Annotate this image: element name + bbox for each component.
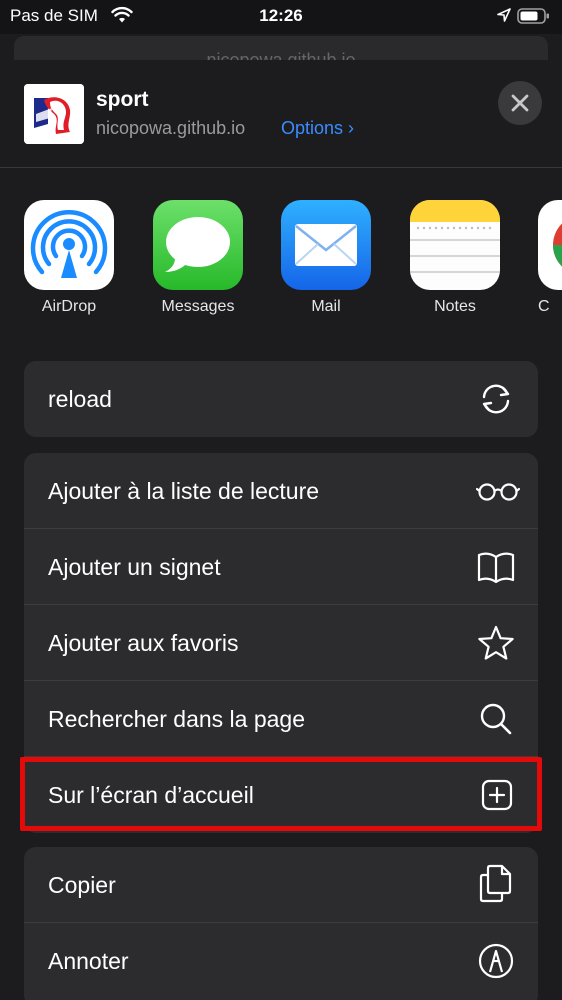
battery-icon (517, 7, 551, 30)
highlight-box (20, 757, 542, 831)
action-reading-list[interactable]: Ajouter à la liste de lecture (24, 453, 538, 529)
options-link[interactable]: Options › (281, 118, 354, 139)
app-label: Mail (311, 298, 341, 315)
action-favorites[interactable]: Ajouter aux favoris (24, 605, 538, 681)
close-icon (511, 94, 529, 112)
share-sheet: sport nicopowa.github.io Options › AirDr… (0, 60, 562, 1000)
action-label: Ajouter un signet (48, 554, 221, 580)
app-row: AirDrop Messages Mail Notes C (0, 200, 562, 330)
messages-icon (153, 200, 243, 290)
action-bookmark[interactable]: Ajouter un signet (24, 529, 538, 605)
action-group-bottom: Copier Annoter (24, 847, 538, 1000)
marianne-logo-icon (24, 84, 84, 144)
copy-icon (476, 864, 516, 903)
action-markup[interactable]: Annoter (24, 923, 538, 999)
action-label: Annoter (48, 948, 129, 974)
action-label: Ajouter aux favoris (48, 630, 239, 656)
site-thumbnail (24, 84, 84, 144)
glasses-icon (475, 473, 521, 509)
action-label: Copier (48, 872, 116, 898)
status-bar: Pas de SIM 12:26 (0, 0, 562, 34)
site-url: nicopowa.github.io (96, 118, 246, 138)
action-copy[interactable]: Copier (24, 847, 538, 923)
markup-icon (476, 943, 516, 979)
location-icon (496, 7, 512, 28)
action-reload[interactable]: reload (24, 361, 538, 437)
search-icon (476, 701, 516, 737)
clock: 12:26 (259, 6, 303, 25)
action-label: reload (48, 386, 112, 412)
site-title: sport (96, 88, 149, 111)
star-icon (476, 625, 516, 661)
reload-icon (476, 381, 516, 417)
notes-icon (410, 200, 500, 290)
action-find-in-page[interactable]: Rechercher dans la page (24, 681, 538, 757)
mail-icon (281, 200, 371, 290)
action-group-top: reload (24, 361, 538, 437)
book-icon (476, 549, 516, 585)
app-label: AirDrop (41, 298, 97, 315)
app-label: Notes (434, 298, 476, 315)
chrome-icon (538, 200, 562, 290)
action-label: Ajouter à la liste de lecture (48, 478, 320, 504)
airdrop-icon (24, 200, 114, 290)
action-label: Rechercher dans la page (48, 706, 305, 732)
share-header: sport nicopowa.github.io Options › (0, 60, 562, 168)
app-label: C (538, 298, 550, 315)
close-button[interactable] (498, 81, 542, 125)
app-label: Messages (161, 298, 235, 315)
